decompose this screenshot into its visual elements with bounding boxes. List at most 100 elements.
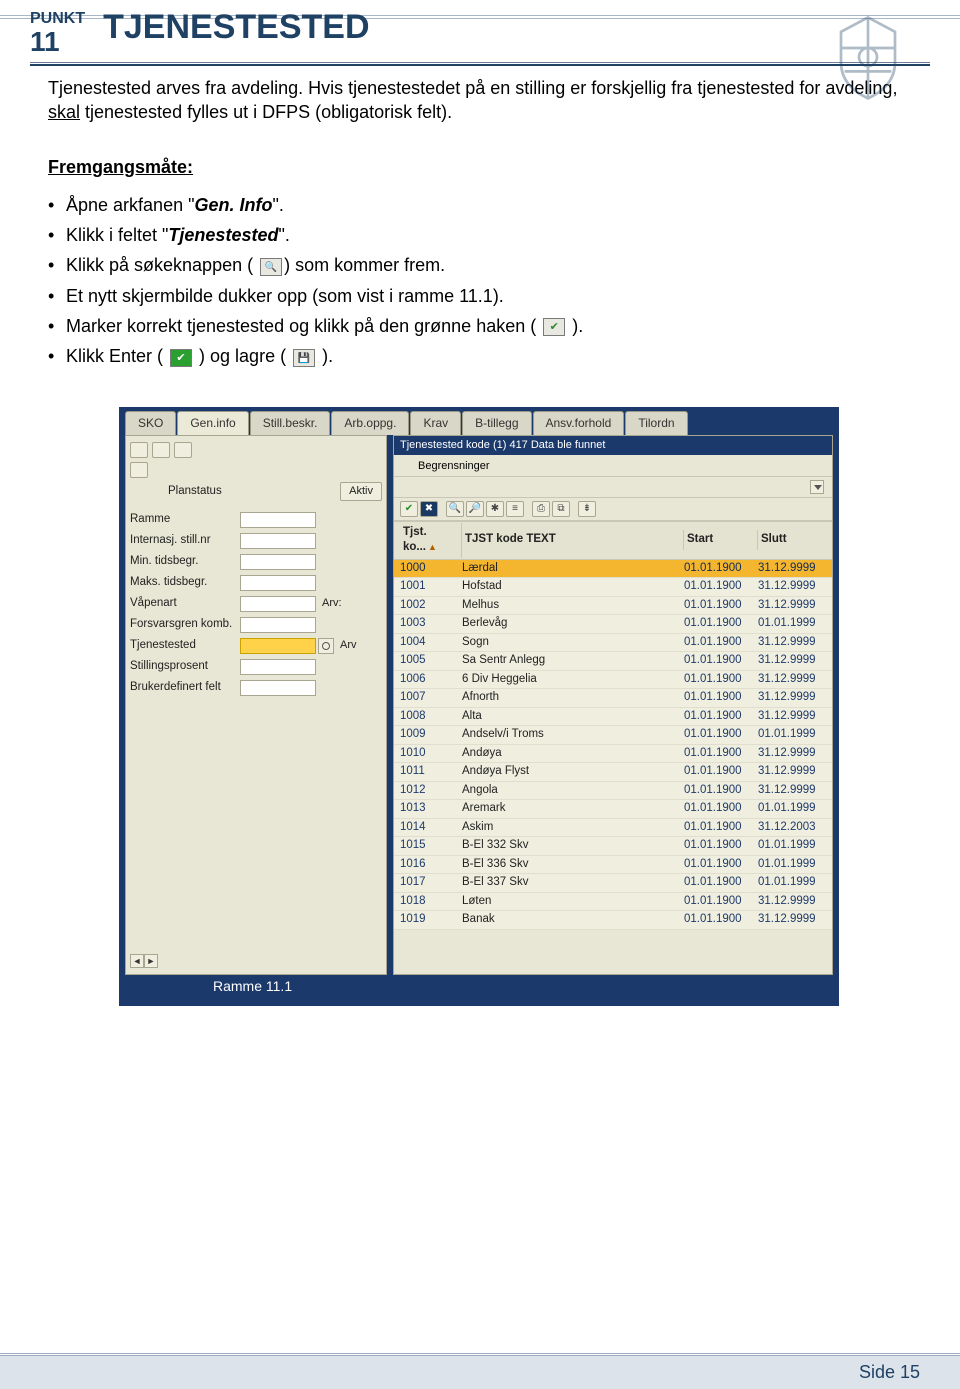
table-row[interactable]: 1018Løten01.01.190031.12.9999 (394, 893, 832, 912)
b1-tab: Gen. Info (194, 195, 272, 215)
col-start[interactable]: Start (684, 530, 758, 550)
field-input[interactable] (240, 554, 316, 570)
field-input[interactable] (240, 638, 316, 654)
table-row[interactable]: 1009Andselv/i Troms01.01.190001.01.1999 (394, 726, 832, 745)
cell-start: 01.01.1900 (684, 746, 758, 762)
cell-code: 1006 (400, 672, 462, 688)
cell-text: Melhus (462, 598, 684, 614)
toolbar-paste-icon[interactable] (174, 442, 192, 458)
popup-wildcard-icon[interactable]: ✱ (486, 501, 504, 517)
table-row[interactable]: 10066 Div Heggelia01.01.190031.12.9999 (394, 671, 832, 690)
cell-text: B-El 336 Skv (462, 857, 684, 873)
bullet-1: Åpne arkfanen "Gen. Info". (48, 193, 910, 217)
cell-text: B-El 337 Skv (462, 875, 684, 891)
cell-start: 01.01.1900 (684, 838, 758, 854)
col-text[interactable]: TJST kode TEXT (462, 530, 684, 550)
table-row[interactable]: 1019Banak01.01.190031.12.9999 (394, 911, 832, 930)
cell-code: 1019 (400, 912, 462, 928)
table-row[interactable]: 1002Melhus01.01.190031.12.9999 (394, 597, 832, 616)
popup-list-icon[interactable]: ≡ (506, 501, 524, 517)
popup-find-next-icon[interactable]: 🔎 (466, 501, 484, 517)
table-row[interactable]: 1015B-El 332 Skv01.01.190001.01.1999 (394, 837, 832, 856)
b2-post: ". (278, 225, 289, 245)
popup-toolbar: ✔ ✖ 🔍 🔎 ✱ ≡ ⎙ ⧉ ⇟ (394, 498, 832, 521)
cell-text: Berlevåg (462, 616, 684, 632)
cell-start: 01.01.1900 (684, 672, 758, 688)
cell-code: 1002 (400, 598, 462, 614)
popup-cancel-icon[interactable]: ✖ (420, 501, 438, 517)
cell-end: 31.12.9999 (758, 690, 826, 706)
sap-search-popup: Tjenestested kode (1) 417 Data ble funne… (393, 435, 833, 975)
dropdown-toggle-icon[interactable] (810, 480, 824, 494)
field-input[interactable] (240, 617, 316, 633)
table-row[interactable]: 1017B-El 337 Skv01.01.190001.01.1999 (394, 874, 832, 893)
table-row[interactable]: 1005Sa Sentr Anlegg01.01.190031.12.9999 (394, 652, 832, 671)
table-row[interactable]: 1008Alta01.01.190031.12.9999 (394, 708, 832, 727)
col-end[interactable]: Slutt (758, 530, 826, 550)
tab-still-beskr[interactable]: Still.beskr. (250, 411, 331, 435)
tab-tilordn[interactable]: Tilordn (625, 411, 687, 435)
table-row[interactable]: 1011Andøya Flyst01.01.190031.12.9999 (394, 763, 832, 782)
tab-arb-oppg[interactable]: Arb.oppg. (331, 411, 409, 435)
toolbar-copy-icon[interactable] (152, 442, 170, 458)
table-row[interactable]: 1013Aremark01.01.190001.01.1999 (394, 800, 832, 819)
field-input[interactable] (240, 575, 316, 591)
cell-text: Sa Sentr Anlegg (462, 653, 684, 669)
table-row[interactable]: 1007Afnorth01.01.190031.12.9999 (394, 689, 832, 708)
planstatus-button[interactable]: Aktiv (340, 482, 382, 501)
table-row[interactable]: 1010Andøya01.01.190031.12.9999 (394, 745, 832, 764)
b5-pre: Marker korrekt tjenestested og klikk på … (66, 316, 541, 336)
popup-print-icon[interactable]: ⎙ (532, 501, 550, 517)
cell-start: 01.01.1900 (684, 561, 758, 577)
cell-start: 01.01.1900 (684, 690, 758, 706)
table-row[interactable]: 1004Sogn01.01.190031.12.9999 (394, 634, 832, 653)
table-row[interactable]: 1001Hofstad01.01.190031.12.9999 (394, 578, 832, 597)
cell-end: 01.01.1999 (758, 857, 826, 873)
field-search-icon[interactable] (318, 638, 334, 654)
enter-icon (170, 349, 192, 367)
popup-pin-icon[interactable]: ⇟ (578, 501, 596, 517)
table-row[interactable]: 1000Lærdal01.01.190031.12.9999 (394, 560, 832, 579)
popup-export-icon[interactable]: ⧉ (552, 501, 570, 517)
cell-code: 1007 (400, 690, 462, 706)
field-input[interactable] (240, 596, 316, 612)
popup-confirm-icon[interactable]: ✔ (400, 501, 418, 517)
tab-gen-info[interactable]: Gen.info (177, 411, 248, 435)
table-row[interactable]: 1016B-El 336 Skv01.01.190001.01.1999 (394, 856, 832, 875)
tab-b-tillegg[interactable]: B-tillegg (462, 411, 531, 435)
field-label: Ramme (130, 512, 240, 528)
field-tjenestested: TjenestestedArv (130, 637, 382, 655)
tab-sko[interactable]: SKO (125, 411, 176, 435)
field-ramme: Ramme (130, 511, 382, 529)
b6-pre: Klikk Enter ( (66, 346, 168, 366)
popup-find-icon[interactable]: 🔍 (446, 501, 464, 517)
cell-start: 01.01.1900 (684, 653, 758, 669)
col-code[interactable]: Tjst. ko...▲ (400, 523, 462, 558)
sap-screenshot-frame: SKO Gen.info Still.beskr. Arb.oppg. Krav… (119, 407, 839, 1006)
field-input[interactable] (240, 533, 316, 549)
field-input[interactable] (240, 680, 316, 696)
tab-krav[interactable]: Krav (410, 411, 461, 435)
field-input[interactable] (240, 659, 316, 675)
table-row[interactable]: 1014Askim01.01.190031.12.2003 (394, 819, 832, 838)
table-row[interactable]: 1012Angola01.01.190031.12.9999 (394, 782, 832, 801)
cell-code: 1013 (400, 801, 462, 817)
cell-end: 31.12.2003 (758, 820, 826, 836)
scroll-right-icon[interactable]: ► (144, 954, 158, 968)
cell-code: 1008 (400, 709, 462, 725)
field-label: Maks. tidsbegr. (130, 575, 240, 591)
toolbar-new-icon[interactable] (130, 442, 148, 458)
table-row[interactable]: 1003Berlevåg01.01.190001.01.1999 (394, 615, 832, 634)
field-input[interactable] (240, 512, 316, 528)
scroll-left-icon[interactable]: ◄ (130, 954, 144, 968)
search-icon (260, 258, 282, 276)
intro-line1: Tjenestested arves fra avdeling. Hvis tj… (48, 78, 897, 98)
cell-text: Afnorth (462, 690, 684, 706)
toolbar-delete-icon[interactable] (130, 462, 148, 478)
cell-start: 01.01.1900 (684, 616, 758, 632)
cell-code: 1010 (400, 746, 462, 762)
cell-code: 1011 (400, 764, 462, 780)
tab-ansv-forhold[interactable]: Ansv.forhold (533, 411, 625, 435)
cell-text: Aremark (462, 801, 684, 817)
field-label: Stillingsprosent (130, 659, 240, 675)
